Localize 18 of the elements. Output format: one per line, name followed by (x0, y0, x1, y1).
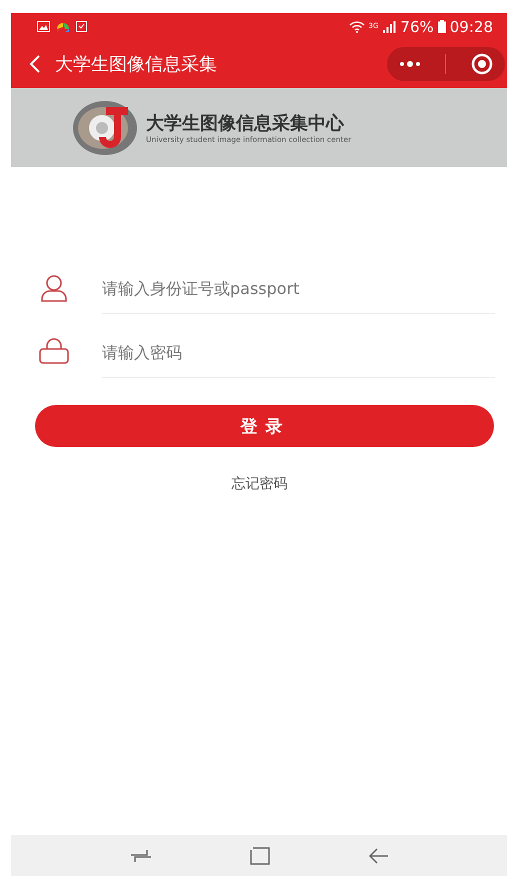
recent-apps-icon[interactable] (130, 848, 152, 862)
image-icon (37, 20, 50, 32)
home-icon[interactable] (250, 846, 270, 864)
clock-time: 09:28 (450, 18, 493, 36)
signal-icon (382, 20, 396, 32)
login-button[interactable]: 登录 (35, 405, 494, 447)
logo-icon (72, 100, 138, 156)
more-icon[interactable] (399, 61, 422, 67)
lock-icon (39, 338, 69, 364)
back-icon[interactable] (368, 848, 388, 864)
forgot-password-link[interactable]: 忘记密码 (232, 475, 288, 493)
battery-percent: 76% (400, 18, 434, 36)
page-title: 大学生图像信息采集 (55, 53, 218, 76)
battery-icon (438, 20, 446, 33)
user-icon (40, 274, 68, 302)
checkbox-icon (76, 20, 87, 32)
wifi-icon (348, 20, 365, 32)
banner-title: 大学生图像信息采集中心 (146, 112, 346, 135)
